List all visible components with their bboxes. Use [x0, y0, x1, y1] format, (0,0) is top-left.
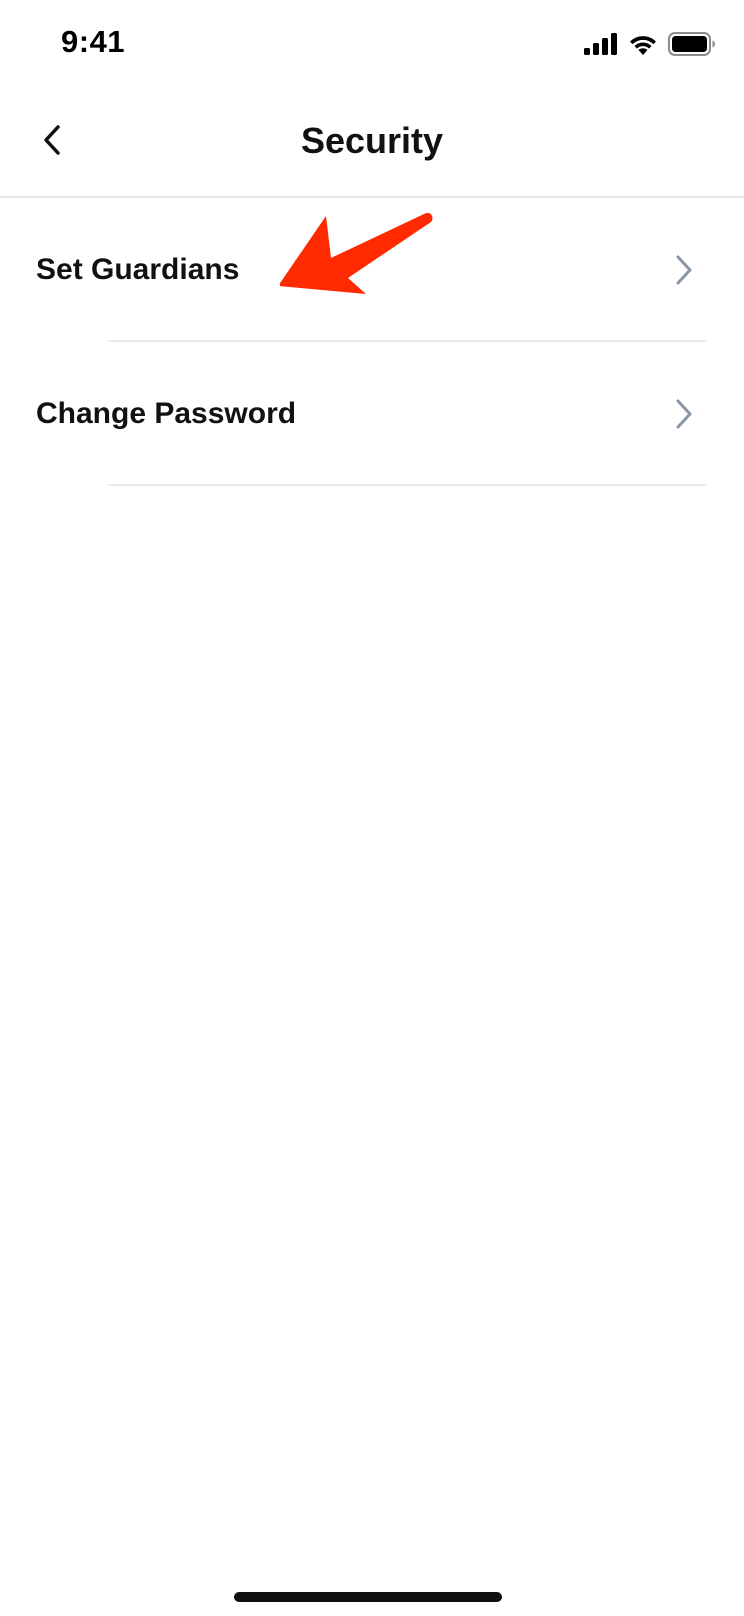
divider: [108, 484, 706, 486]
chevron-right-icon: [676, 399, 692, 429]
list-item-change-password[interactable]: Change Password: [0, 342, 744, 486]
settings-list: Set Guardians Change Password: [0, 198, 744, 486]
chevron-right-icon: [676, 255, 692, 285]
status-icons: [584, 30, 716, 58]
list-item-label: Set Guardians: [36, 253, 240, 286]
status-bar: 9:41: [0, 0, 744, 90]
home-indicator: [234, 1592, 502, 1602]
wifi-icon: [630, 36, 656, 55]
nav-bar: Security: [0, 90, 744, 198]
list-item-set-guardians[interactable]: Set Guardians: [0, 198, 744, 342]
page-title: Security: [300, 120, 444, 161]
cellular-signal-icon: [584, 33, 617, 55]
list-item-label: Change Password: [36, 397, 297, 430]
status-time: 9:41: [61, 24, 126, 59]
battery-icon: [668, 32, 715, 56]
